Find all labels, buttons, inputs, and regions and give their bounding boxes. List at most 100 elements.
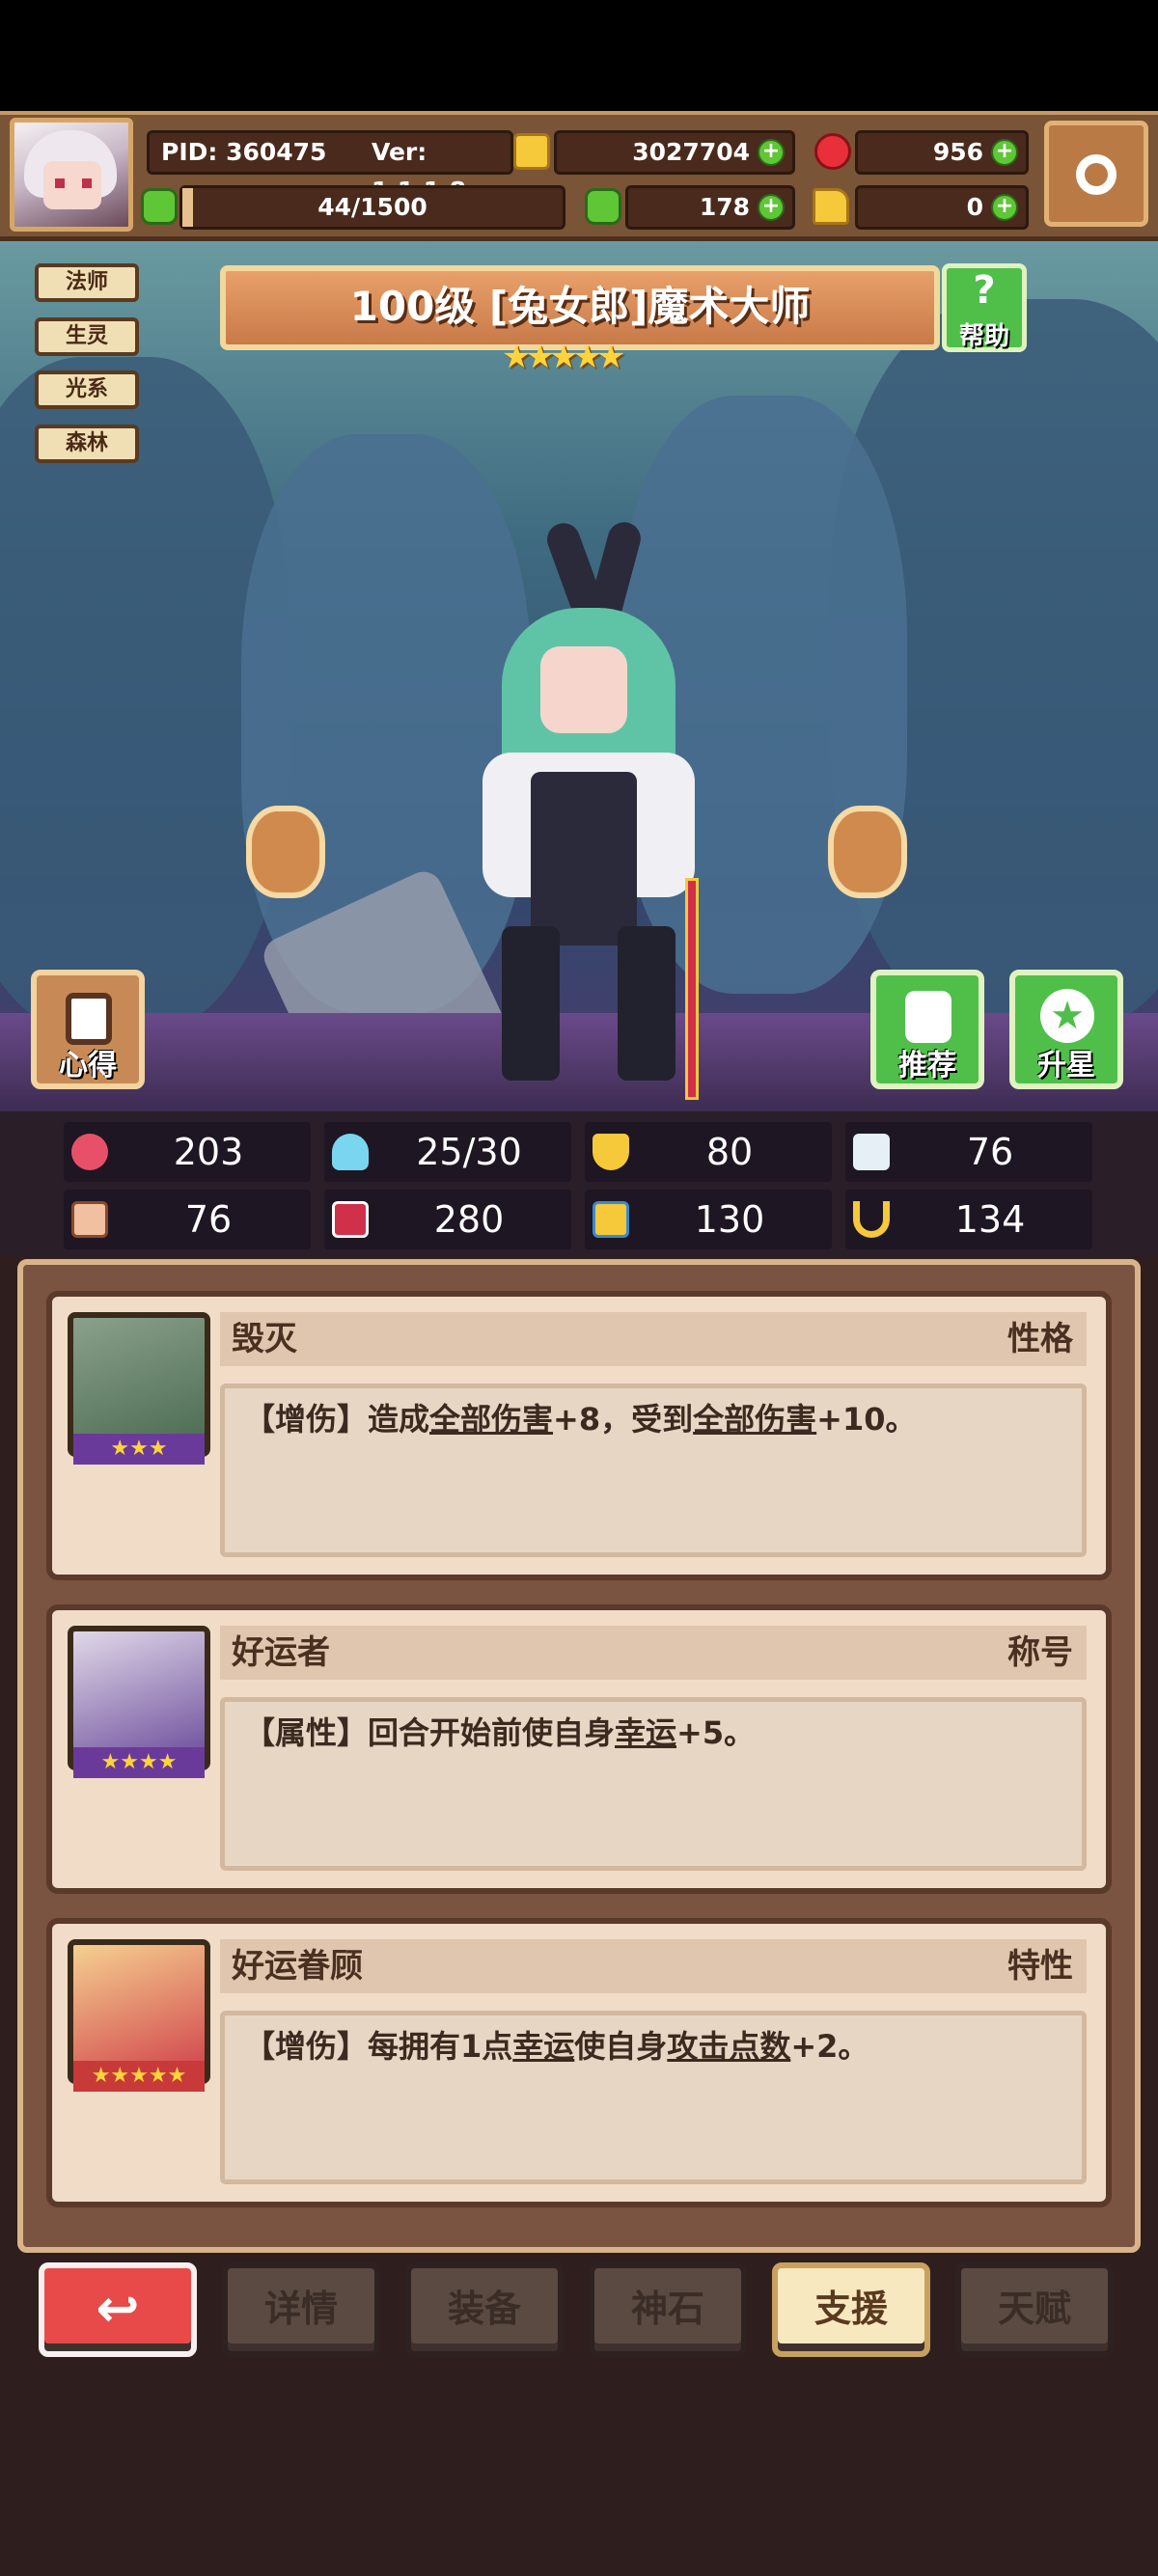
keyword-link[interactable]: 全部伤害: [429, 1401, 553, 1438]
exp-bar: 44/1500: [179, 185, 565, 230]
thumbs-up-icon: [905, 991, 951, 1043]
shield-icon: [593, 1134, 629, 1170]
recommend-label: 推荐: [898, 1049, 956, 1082]
card-description: 【属性】回合开始前使自身幸运+5。: [220, 1697, 1087, 1871]
tag-element: 光系: [35, 370, 139, 409]
help-label: 帮助: [958, 322, 1009, 351]
boot-icon: [593, 1201, 629, 1238]
stat-speed: 76: [845, 1122, 1092, 1182]
stat-agility-value: 130: [694, 1198, 765, 1241]
settings-button[interactable]: [1044, 121, 1148, 227]
tab-godstone[interactable]: 神石: [589, 2262, 747, 2357]
key-bar: 0 +: [855, 185, 1029, 230]
card-description: 【增伤】造成全部伤害+8，受到全部伤害+10。: [220, 1384, 1087, 1557]
tag-class: 法师: [35, 263, 139, 302]
stat-hp: 203: [64, 1122, 311, 1182]
card-type: 称号: [1007, 1633, 1073, 1672]
star-up-button[interactable]: ★ 升星: [1009, 970, 1123, 1089]
stat-luck-value: 134: [954, 1198, 1026, 1241]
left-leg: [502, 926, 560, 1081]
star-icon: ★: [1040, 989, 1094, 1043]
horseshoe-icon: [853, 1201, 890, 1238]
card-header: 毁灭 性格: [220, 1312, 1087, 1366]
insight-button[interactable]: 心得: [31, 970, 145, 1089]
card-name: 好运者: [232, 1633, 330, 1672]
back-button[interactable]: ↩: [39, 2262, 197, 2357]
wing-icon: [853, 1134, 890, 1170]
card-header: 好运眷顾 特性: [220, 1939, 1087, 1993]
tab-talent[interactable]: 天赋: [955, 2262, 1114, 2357]
stat-defense: 80: [585, 1122, 832, 1182]
tag-race: 生灵: [35, 317, 139, 356]
pid-text: PID: 360475: [161, 138, 327, 166]
support-stars: ★★★: [73, 1434, 205, 1465]
tag-terrain: 森林: [35, 425, 139, 463]
support-stars: ★★★★★: [73, 2061, 205, 2092]
keyword-link[interactable]: 幸运: [615, 1714, 676, 1751]
stat-agility: 130: [585, 1190, 832, 1249]
clover-icon: [585, 188, 621, 225]
gem-bar: 956 +: [855, 130, 1029, 175]
support-card[interactable]: ★★★★★ 好运眷顾 特性 【增伤】每拥有1点幸运使自身攻击点数+2。: [46, 1918, 1112, 2207]
status-bar-area: [0, 0, 1158, 111]
hero-character[interactable]: [454, 502, 724, 1100]
stat-luck: 134: [845, 1190, 1092, 1249]
hero-stars: ★★★★★: [502, 338, 625, 376]
insight-label: 心得: [59, 1049, 117, 1082]
exp-clover-icon: [141, 188, 178, 225]
stat-magic-value: 280: [433, 1198, 505, 1241]
stat-hp-value: 203: [173, 1131, 244, 1173]
card-name: 毁灭: [232, 1320, 297, 1358]
card-header: 好运者 称号: [220, 1626, 1087, 1680]
add-gem-plus-icon[interactable]: +: [991, 139, 1018, 166]
exp-text: 44/1500: [317, 193, 427, 221]
star-up-label: 升星: [1037, 1049, 1095, 1082]
stat-mana: 25/30: [324, 1122, 571, 1182]
water-drop-icon: [332, 1134, 369, 1170]
black-suit: [531, 772, 637, 945]
keyword-link[interactable]: 全部伤害: [693, 1401, 816, 1438]
support-card[interactable]: ★★★ 毁灭 性格 【增伤】造成全部伤害+8，受到全部伤害+10。: [46, 1291, 1112, 1580]
stat-mana-value: 25/30: [416, 1131, 522, 1173]
gold-bar: 3027704 +: [554, 130, 795, 175]
player-avatar[interactable]: [10, 118, 133, 232]
scroll-icon: [66, 993, 112, 1045]
stat-speed-value: 76: [966, 1131, 1014, 1173]
prev-hero-arrow-icon[interactable]: [246, 806, 325, 898]
add-clover-plus-icon[interactable]: +: [758, 194, 785, 221]
right-leg: [618, 926, 676, 1081]
keyword-link[interactable]: 幸运: [512, 2028, 574, 2065]
heart-icon: [71, 1134, 108, 1170]
help-button[interactable]: ? 帮助: [942, 263, 1027, 352]
key-icon: [813, 188, 849, 225]
gold-coin-icon: [513, 133, 550, 170]
gear-icon: [1076, 154, 1117, 195]
card-description: 【增伤】每拥有1点幸运使自身攻击点数+2。: [220, 2011, 1087, 2184]
card-name: 好运眷顾: [232, 1947, 363, 1986]
question-icon: ?: [973, 268, 996, 313]
support-card[interactable]: ★★★★ 好运者 称号 【属性】回合开始前使自身幸运+5。: [46, 1604, 1112, 1894]
keyword-link[interactable]: 攻击点数: [667, 2028, 790, 2065]
stat-magic: 280: [324, 1190, 571, 1249]
face: [540, 646, 627, 733]
recommend-button[interactable]: 推荐: [870, 970, 984, 1089]
support-stars: ★★★★: [73, 1747, 205, 1778]
pid-version-bar: PID: 360475 Ver: 1.1.1.8: [147, 130, 513, 205]
clover-bar: 178 +: [625, 185, 795, 230]
book-icon: [332, 1201, 369, 1238]
next-hero-arrow-icon[interactable]: [828, 806, 907, 898]
add-gold-plus-icon[interactable]: +: [758, 139, 785, 166]
tab-equipment[interactable]: 装备: [405, 2262, 564, 2357]
stat-defense-value: 80: [705, 1131, 754, 1173]
clover-amount: 178: [699, 193, 750, 221]
tab-details[interactable]: 详情: [222, 2262, 380, 2357]
card-type: 特性: [1007, 1947, 1073, 1986]
stat-attack-value: 76: [184, 1198, 233, 1241]
cane: [685, 878, 699, 1100]
fist-icon: [71, 1201, 108, 1238]
add-key-plus-icon[interactable]: +: [991, 194, 1018, 221]
gold-amount: 3027704: [632, 138, 750, 166]
gem-amount: 956: [932, 138, 983, 166]
tab-support[interactable]: 支援: [772, 2262, 930, 2357]
stat-attack: 76: [64, 1190, 311, 1249]
